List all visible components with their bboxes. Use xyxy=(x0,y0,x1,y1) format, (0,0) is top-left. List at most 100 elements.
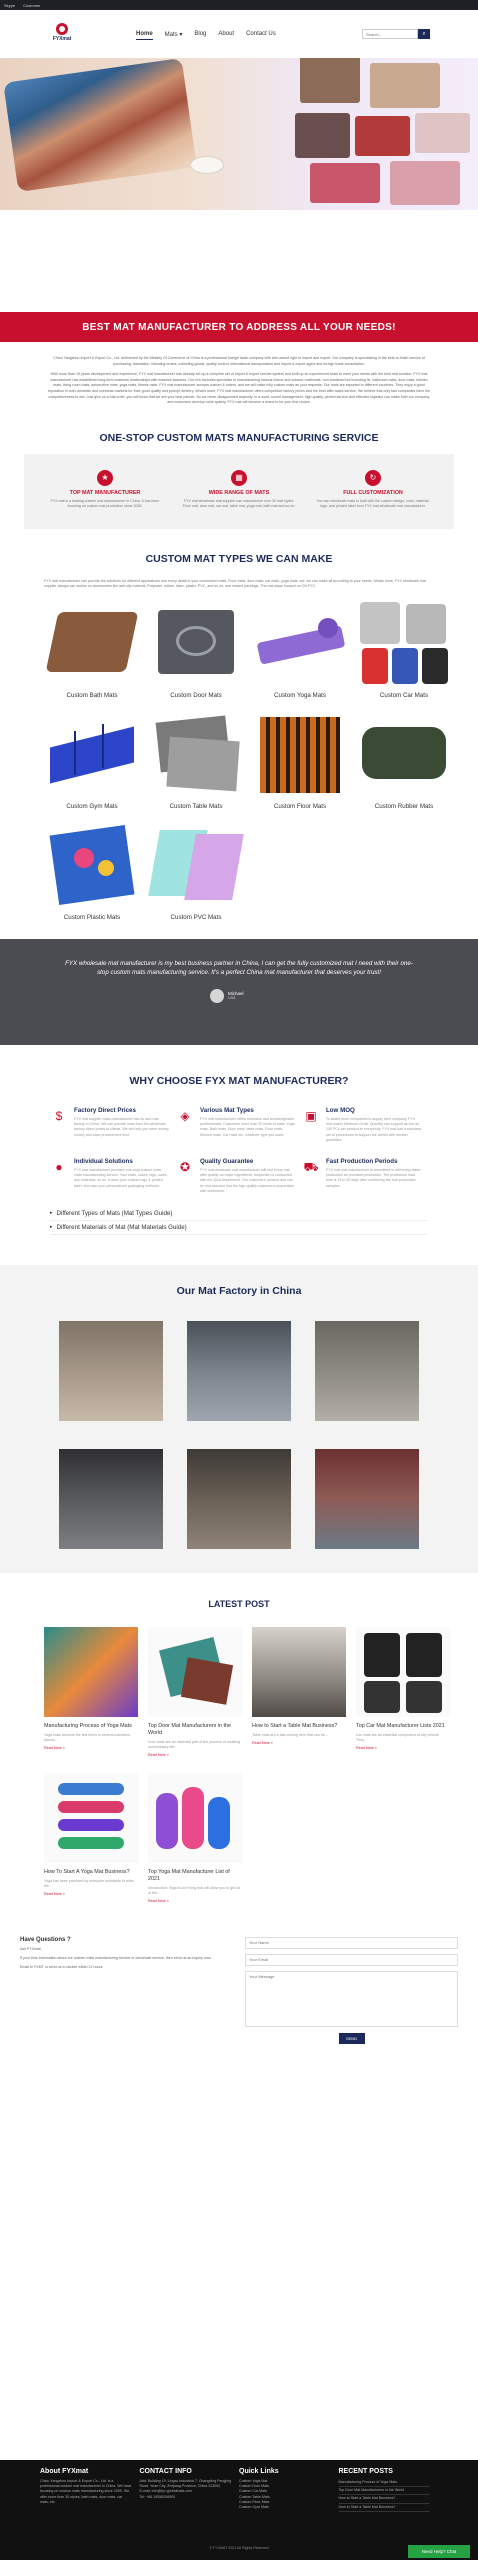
nav-mats-label: Mats xyxy=(164,31,178,38)
pvc-mat-image xyxy=(148,819,244,910)
accordion-item[interactable]: ▸ Different Materials of Mat (Mat Materia… xyxy=(50,1221,428,1235)
contact-subtitle: Ask FYXmat! xyxy=(20,1946,41,1951)
post-image xyxy=(148,1626,242,1717)
footer-recent-post[interactable]: How to Start a Table Mat Business? xyxy=(338,2495,430,2504)
nav-blog[interactable]: Blog xyxy=(194,29,206,40)
factory-photo[interactable] xyxy=(187,1320,291,1421)
service-title: FULL CUSTOMIZATION xyxy=(343,489,403,496)
mat-type-card[interactable]: Custom Yoga Mats xyxy=(252,597,348,699)
mat-type-card[interactable]: Custom Car Mats xyxy=(356,597,452,699)
post-card[interactable]: Top Car Mat Manufacturer Lists 2021 Car … xyxy=(356,1626,450,1757)
copyright: © FYXMAT 2021 All Rights Reserved xyxy=(209,2546,269,2550)
mat-type-card[interactable]: Custom Floor Mats xyxy=(252,708,348,810)
mat-type-card[interactable]: Custom Plastic Mats xyxy=(44,819,140,921)
footer-about-text: Chiou Yangzhou Import & Export Co., Ltd.… xyxy=(40,2479,132,2504)
price-tag-icon: $ xyxy=(55,1108,63,1123)
contact-note: Email to FXMT or send us to double withi… xyxy=(20,1965,104,1970)
chat-label: Need Help? Chat xyxy=(421,2549,457,2554)
footer-heading: CONTACT INFO xyxy=(139,2468,192,2475)
mat-type-label: Custom Table Mats xyxy=(169,802,223,810)
post-card[interactable]: Top Yoga Mat Manufacturer List of 2021 I… xyxy=(148,1772,242,1903)
read-more-link[interactable]: Read More » xyxy=(44,1746,138,1750)
nav-about[interactable]: About xyxy=(218,29,234,40)
posts-grid: Manufacturing Process of Yoga Mats Yoga … xyxy=(0,1626,478,1903)
mat-type-card[interactable]: Custom Bath Mats xyxy=(44,597,140,699)
car-mat-image xyxy=(356,597,452,688)
nav-contact[interactable]: Contact Us xyxy=(246,29,276,40)
why-item: $ Factory Direct Prices FYX mat supplier … xyxy=(50,1107,176,1144)
factory-photo[interactable] xyxy=(315,1320,419,1421)
factory-photo[interactable] xyxy=(59,1448,163,1549)
footer-link[interactable]: Custom Gym Mats xyxy=(239,2505,331,2510)
medal-icon: ✪ xyxy=(179,1159,191,1174)
site-logo[interactable]: FYXmat xyxy=(48,23,76,45)
chevron-down-icon: ▾ xyxy=(179,31,183,38)
service-item: ↻ FULL CUSTOMIZATION You can wholesale m… xyxy=(306,469,440,509)
search-button[interactable]: ⌕ xyxy=(418,29,430,39)
mat-type-card[interactable]: Custom Table Mats xyxy=(148,708,244,810)
post-excerpt: Yoga has been practiced by everyone worl… xyxy=(44,1878,134,1888)
yoga-mat-image xyxy=(252,597,348,688)
email-field[interactable] xyxy=(245,1953,458,1966)
footer-recent-post[interactable]: Manufacturing Process of Yoga Mats xyxy=(338,2479,430,2488)
guides-accordion: ▸ Different Types of Mats (Mat Types Guid… xyxy=(0,1207,478,1235)
rubber-mat-image xyxy=(356,708,452,799)
post-title: Top Car Mat Manufacturer Lists 2021 xyxy=(356,1722,445,1729)
why-item-title: Individual Solutions xyxy=(74,1157,133,1165)
site-header: FYXmat Home Mats ▾ Blog About Contact Us… xyxy=(0,10,478,58)
accordion-item[interactable]: ▸ Different Types of Mats (Mat Types Guid… xyxy=(50,1207,428,1221)
mat-type-card[interactable]: Custom Rubber Mats xyxy=(356,708,452,810)
intro-paragraph: With more than 15 years development and … xyxy=(47,372,431,405)
message-field[interactable] xyxy=(245,1970,458,2027)
medal-icon: ★ xyxy=(97,469,113,486)
read-more-link[interactable]: Read More » xyxy=(148,1899,242,1903)
why-item: ◈ Various Mat Types FYX mat manufacturer … xyxy=(176,1107,302,1144)
hero-rolled-mats-image xyxy=(3,58,197,192)
mat-type-card[interactable]: Custom PVC Mats xyxy=(148,819,244,921)
post-card[interactable]: Top Door Mat Manufacturers in the World … xyxy=(148,1626,242,1757)
contact-form: SEND xyxy=(235,1936,458,2044)
top-bar: Skype Customer xyxy=(0,0,478,10)
post-card[interactable]: How to Start a Table Mat Business? Table… xyxy=(252,1626,346,1757)
mat-type-card[interactable]: Custom Door Mats xyxy=(148,597,244,699)
mat-type-label: Custom Plastic Mats xyxy=(63,913,121,921)
mat-type-card[interactable]: Custom Gym Mats xyxy=(44,708,140,810)
footer-recent-post[interactable]: Top Door Mat Manufacturers in the World xyxy=(338,2487,430,2496)
contact-text: If your time information about our custo… xyxy=(20,1956,212,1961)
nav-home[interactable]: Home xyxy=(136,29,153,40)
footer-recent-post[interactable]: How to Start a Table Mat Business? xyxy=(338,2504,430,2512)
read-more-link[interactable]: Read More » xyxy=(252,1741,346,1745)
footer-heading: Quick Links xyxy=(239,2468,279,2475)
read-more-link[interactable]: Read More » xyxy=(356,1746,450,1750)
service-text: FYX mat wholesale mat supplier can manuf… xyxy=(182,498,296,508)
footer-phone[interactable]: Tel: +86 15558206500 xyxy=(140,2495,232,2500)
service-title: TOP MAT MANUFACTURER xyxy=(69,489,141,496)
testimonial-band: FYX wholesale mat manufacturer is my bes… xyxy=(0,938,478,1045)
post-card[interactable]: Manufacturing Process of Yoga Mats Yoga … xyxy=(44,1626,138,1757)
why-item: ▣ Low MOQ To assist more companies to sup… xyxy=(302,1107,428,1144)
service-text: You can wholesale mats in bulk with the … xyxy=(316,498,430,508)
why-item-title: Factory Direct Prices xyxy=(74,1106,136,1114)
send-button[interactable]: SEND xyxy=(338,2032,365,2044)
skype-link[interactable]: Skype xyxy=(4,3,15,8)
factory-photo[interactable] xyxy=(315,1448,419,1549)
headline-title: BEST MAT MANUFACTURER TO ADDRESS ALL YOU… xyxy=(82,321,396,333)
footer-heading: About FYXmat xyxy=(40,2468,89,2475)
mat-type-label: Custom Gym Mats xyxy=(66,802,118,810)
name-field[interactable] xyxy=(245,1936,458,1949)
post-card[interactable]: How To Start A Yoga Mat Business? Yoga h… xyxy=(44,1772,138,1903)
chat-button[interactable]: Need Help? Chat xyxy=(408,2545,470,2558)
read-more-link[interactable]: Read More » xyxy=(148,1753,242,1757)
main-nav: Home Mats ▾ Blog About Contact Us xyxy=(136,29,276,40)
read-more-link[interactable]: Read More » xyxy=(44,1892,138,1896)
why-item-title: Low MOQ xyxy=(326,1106,355,1114)
factory-photo[interactable] xyxy=(59,1320,163,1421)
search-input[interactable] xyxy=(362,29,418,39)
nav-mats[interactable]: Mats ▾ xyxy=(165,29,183,40)
services-title: ONE-STOP CUSTOM MATS MANUFACTURING SERVI… xyxy=(99,431,379,444)
customer-link[interactable]: Customer xyxy=(23,3,40,8)
why-item-text: FYX mat mat manufacturer is committed to… xyxy=(326,1167,421,1188)
post-image xyxy=(356,1626,450,1717)
user-icon: ● xyxy=(55,1159,63,1174)
factory-photo[interactable] xyxy=(187,1448,291,1549)
